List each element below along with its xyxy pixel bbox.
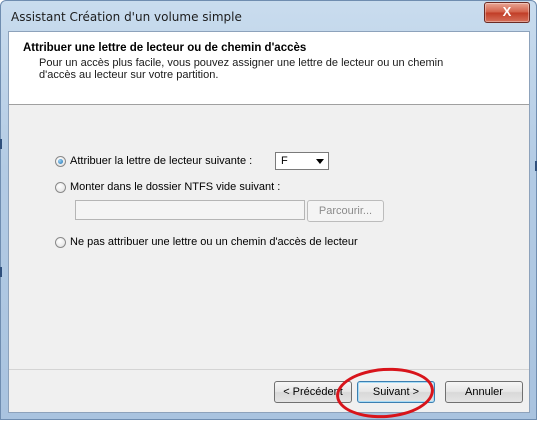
window-edge-mark xyxy=(0,139,2,149)
wizard-header: Attribuer une lettre de lecteur ou de ch… xyxy=(9,32,529,105)
no-letter-radio[interactable] xyxy=(55,237,66,248)
wizard-client-area: Attribuer une lettre de lecteur ou de ch… xyxy=(8,31,530,413)
page-description: Pour un accès plus facile, vous pouvez a… xyxy=(39,57,444,81)
mount-folder-label[interactable]: Monter dans le dossier NTFS vide suivant… xyxy=(70,181,280,193)
mount-folder-radio[interactable] xyxy=(55,182,66,193)
chevron-down-icon xyxy=(316,159,324,164)
wizard-window: Assistant Création d'un volume simple X … xyxy=(0,0,537,420)
drive-letter-select[interactable]: F xyxy=(275,152,329,170)
page-title: Attribuer une lettre de lecteur ou de ch… xyxy=(23,42,307,54)
no-letter-label[interactable]: Ne pas attribuer une lettre ou un chemin… xyxy=(70,236,358,248)
cancel-button[interactable]: Annuler xyxy=(445,381,523,403)
window-edge-mark xyxy=(0,267,2,277)
close-icon: X xyxy=(502,4,512,19)
folder-path-input[interactable] xyxy=(75,200,305,220)
window-title: Assistant Création d'un volume simple xyxy=(11,10,242,24)
assign-letter-radio[interactable] xyxy=(55,156,66,167)
close-button[interactable]: X xyxy=(484,2,530,23)
footer-divider xyxy=(9,369,529,370)
browse-button[interactable]: Parcourir... xyxy=(307,200,384,222)
drive-letter-value: F xyxy=(281,155,288,167)
assign-letter-label[interactable]: Attribuer la lettre de lecteur suivante … xyxy=(70,155,252,167)
